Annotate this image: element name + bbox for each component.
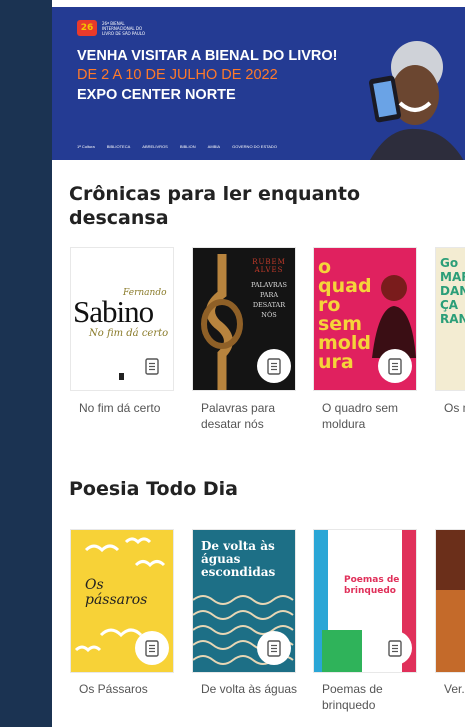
book-icon <box>388 639 402 657</box>
ebook-badge <box>135 631 169 665</box>
book-title-label[interactable]: Palavras para desatar nós <box>201 400 301 432</box>
cover-title: Go MAR DAN ÇA RAN <box>440 256 465 326</box>
sponsor-logos: 1ª Cultura BIBLIOTECA ABRELIVROS BIBLION… <box>77 144 277 149</box>
book-title-label[interactable]: Os Pássaros <box>79 681 179 697</box>
ebook-badge <box>135 349 169 383</box>
book-icon <box>267 639 281 657</box>
bienal-logo-text: 26ª BIENAL INTERNACIONAL DO LIVRO DE SÃO… <box>102 20 145 36</box>
book-cover-partial[interactable] <box>436 530 465 672</box>
book-title-label[interactable]: Os m... dan... <box>444 400 465 416</box>
bienal-logo-mark: 26 <box>77 20 97 36</box>
banner-venue: EXPO CENTER NORTE <box>77 87 236 103</box>
background-side-strip <box>0 0 52 727</box>
sponsor-logo: AMBIA <box>207 144 221 149</box>
section-title-cronicas: Crônicas para ler enquanto descansa <box>69 183 361 229</box>
banner-dates: DE 2 A 10 DE JULHO DE 2022 <box>77 67 278 83</box>
book-icon <box>145 639 159 657</box>
book-cover-os-passaros[interactable]: Os pássaros <box>71 530 173 672</box>
sponsor-logo: GOVERNO DO ESTADO <box>232 144 277 149</box>
banner-person-illustration <box>369 41 464 160</box>
book-title-label[interactable]: No fim dá certo <box>79 400 179 416</box>
book-title-label[interactable]: Ver... <box>444 681 465 697</box>
publisher-logo <box>119 373 124 380</box>
ebook-badge <box>257 349 291 383</box>
book-title-label[interactable]: De volta às águas <box>201 681 301 697</box>
cover-title: Os pássaros <box>85 577 148 608</box>
book-title-label[interactable]: Poemas de brinquedo <box>322 681 422 713</box>
cover-author: RUBEM ALVES <box>252 258 286 274</box>
book-title-text: Palavras para desatar nós <box>201 401 276 431</box>
cover-block <box>436 590 465 672</box>
book-icon <box>145 357 159 375</box>
sponsor-logo: ABRELIVROS <box>142 144 168 149</box>
banner-headline: VENHA VISITAR A BIENAL DO LIVRO! <box>77 48 338 64</box>
ebook-badge <box>378 349 412 383</box>
ebook-badge <box>378 631 412 665</box>
book-icon <box>267 357 281 375</box>
portrait-illustration <box>372 275 416 358</box>
sponsor-logo: BIBLIOTECA <box>106 144 131 149</box>
book-icon <box>388 357 402 375</box>
cover-subtitle: No fim dá certo <box>89 328 169 339</box>
book-title-label[interactable]: O quadro sem moldura <box>322 400 422 432</box>
bienal-banner[interactable]: 26 26ª BIENAL INTERNACIONAL DO LIVRO DE … <box>52 7 465 160</box>
book-cover-partial[interactable]: Go MAR DAN ÇA RAN <box>436 248 465 390</box>
book-cover-de-volta-as-aguas[interactable]: De volta às águas escondidas <box>193 530 295 672</box>
ebook-badge <box>257 631 291 665</box>
book-cover-poemas-de-brinquedo[interactable]: Poemas de brinquedo <box>314 530 416 672</box>
cover-block <box>322 630 362 672</box>
bienal-logo: 26 26ª BIENAL INTERNACIONAL DO LIVRO DE … <box>77 20 148 36</box>
cover-title: PALAVRAS PARA DESATAR NÓS <box>251 281 287 319</box>
book-cover-o-quadro-sem-moldura[interactable]: o quadro sem moldura <box>314 248 416 390</box>
section-title-poesia: Poesia Todo Dia <box>69 478 238 500</box>
sponsor-logo: 1ª Cultura <box>77 144 95 149</box>
cover-title: Poemas de brinquedo <box>344 575 400 596</box>
rope-knot-illustration <box>201 254 243 390</box>
cover-title: Sabino <box>73 294 154 329</box>
book-cover-palavras-para-desatar-nos[interactable]: RUBEM ALVES PALAVRAS PARA DESATAR NÓS <box>193 248 295 390</box>
sponsor-logo: BIBLION <box>179 144 196 149</box>
book-cover-no-fim-da-certo[interactable]: Fernando Sabino No fim dá certo <box>71 248 173 390</box>
cover-title: De volta às águas escondidas <box>201 539 276 579</box>
app-screen: 26 26ª BIENAL INTERNACIONAL DO LIVRO DE … <box>52 0 465 727</box>
